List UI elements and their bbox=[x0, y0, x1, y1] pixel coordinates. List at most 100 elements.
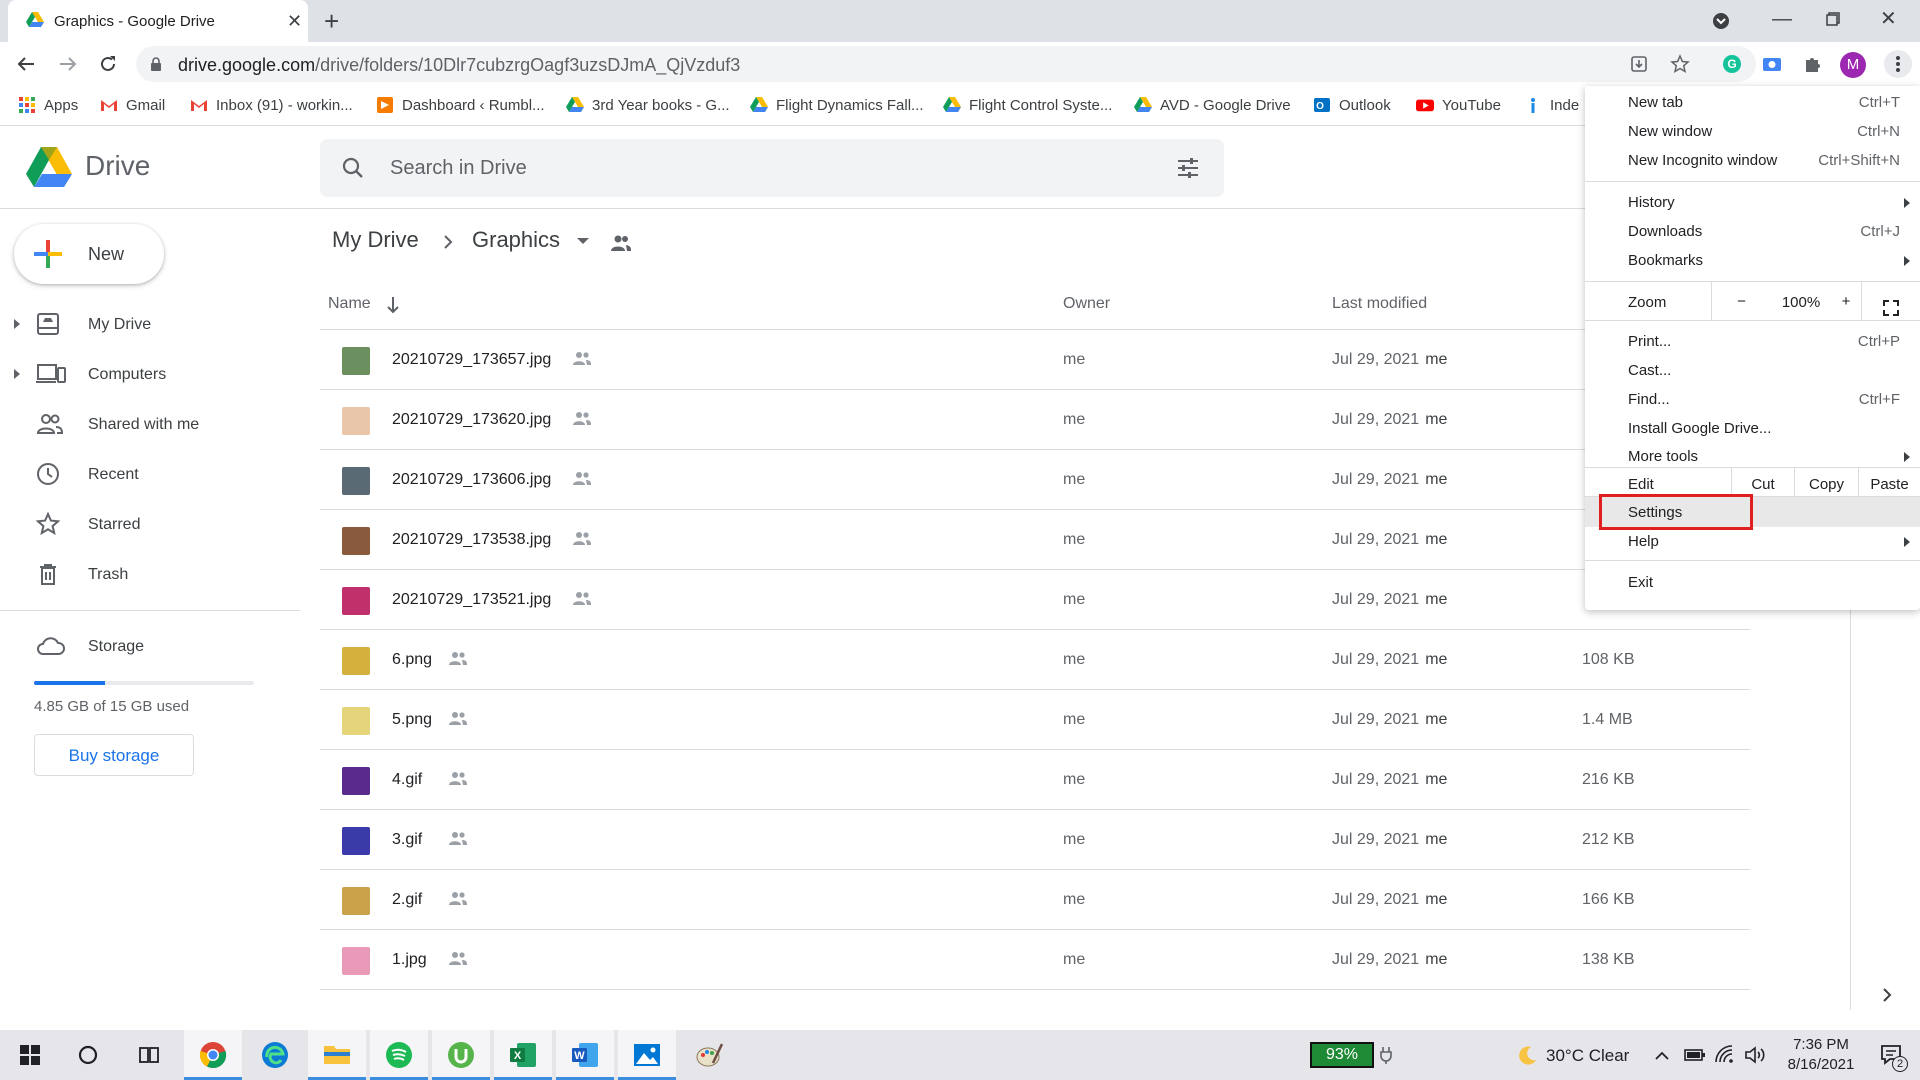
menu-history[interactable]: History bbox=[1585, 188, 1920, 217]
windows-start-icon[interactable] bbox=[20, 1045, 40, 1065]
profile-avatar[interactable]: M bbox=[1840, 52, 1866, 78]
breadcrumb-graphics[interactable]: Graphics bbox=[472, 227, 560, 253]
taskbar-chrome[interactable] bbox=[184, 1030, 242, 1080]
browser-tab[interactable]: Graphics - Google Drive ✕ bbox=[8, 0, 308, 42]
cortana-search-icon[interactable] bbox=[78, 1045, 98, 1065]
table-row[interactable]: 20210729_173620.jpg me Jul 29, 2021 me bbox=[320, 389, 1750, 449]
column-header-last-modified[interactable]: Last modified bbox=[1332, 295, 1427, 313]
nav-my-drive[interactable]: My Drive bbox=[0, 302, 300, 346]
back-icon[interactable] bbox=[16, 54, 36, 74]
power-plug-icon[interactable] bbox=[1378, 1046, 1394, 1064]
new-button[interactable]: New bbox=[14, 224, 164, 284]
menu-print[interactable]: Print... Ctrl+P bbox=[1585, 327, 1920, 356]
restore-icon[interactable] bbox=[1826, 12, 1840, 26]
tab-close-icon[interactable]: ✕ bbox=[287, 12, 302, 30]
search-bar[interactable]: Search in Drive bbox=[320, 139, 1224, 197]
search-icon[interactable] bbox=[342, 157, 364, 179]
menu-help[interactable]: Help bbox=[1585, 527, 1920, 556]
bookmark-youtube[interactable]: YouTube bbox=[1416, 96, 1501, 114]
taskbar-word[interactable]: W bbox=[556, 1030, 614, 1080]
table-row[interactable]: 6.png me Jul 29, 2021 me 108 KB bbox=[320, 629, 1750, 689]
taskbar-edge[interactable] bbox=[246, 1030, 304, 1080]
bookmark-star-icon[interactable] bbox=[1670, 54, 1690, 74]
menu-new-tab[interactable]: New tab Ctrl+T bbox=[1585, 88, 1920, 117]
task-view-icon[interactable] bbox=[138, 1045, 160, 1065]
forward-icon[interactable] bbox=[58, 54, 78, 74]
table-row[interactable]: 20210729_173521.jpg me Jul 29, 2021 me bbox=[320, 569, 1750, 629]
nav-storage[interactable]: Storage bbox=[0, 624, 300, 668]
tab-search-icon[interactable] bbox=[1712, 12, 1730, 30]
bookmark-3rd-year-books[interactable]: 3rd Year books - G... bbox=[566, 96, 730, 114]
taskbar-excel[interactable]: X bbox=[494, 1030, 552, 1080]
folder-dropdown-icon[interactable] bbox=[576, 236, 590, 246]
table-row[interactable]: 1.jpg me Jul 29, 2021 me 138 KB bbox=[320, 929, 1750, 989]
search-input[interactable]: Search in Drive bbox=[390, 157, 527, 180]
sort-arrow-down-icon[interactable] bbox=[386, 296, 400, 314]
grammarly-extension-icon[interactable]: G bbox=[1722, 54, 1742, 74]
shared-folder-people-icon[interactable] bbox=[610, 234, 632, 252]
table-row[interactable]: 3.gif me Jul 29, 2021 me 212 KB bbox=[320, 809, 1750, 869]
menu-install-google-drive[interactable]: Install Google Drive... bbox=[1585, 414, 1920, 443]
new-tab-button[interactable]: + bbox=[324, 8, 339, 34]
bookmark-gmail[interactable]: Gmail bbox=[100, 96, 165, 114]
taskbar-paint[interactable] bbox=[680, 1030, 738, 1080]
search-options-icon[interactable] bbox=[1176, 157, 1200, 179]
menu-exit[interactable]: Exit bbox=[1585, 568, 1920, 597]
menu-paste-button[interactable]: Paste bbox=[1858, 467, 1920, 499]
clock[interactable]: 7:36 PM 8/16/2021 bbox=[1776, 1036, 1866, 1073]
weather-text[interactable]: 30°C Clear bbox=[1546, 1046, 1629, 1066]
address-bar[interactable]: drive.google.com/drive/folders/10Dlr7cub… bbox=[136, 46, 1756, 82]
drive-logo-icon[interactable] bbox=[26, 147, 72, 189]
zoom-out-button[interactable]: − bbox=[1711, 282, 1771, 320]
table-row[interactable]: 4.gif me Jul 29, 2021 me 216 KB bbox=[320, 749, 1750, 809]
table-row[interactable]: 5.png me Jul 29, 2021 me 1.4 MB bbox=[320, 689, 1750, 749]
install-app-icon[interactable] bbox=[1630, 55, 1648, 73]
table-row[interactable]: 20210729_173606.jpg me Jul 29, 2021 me bbox=[320, 449, 1750, 509]
menu-downloads[interactable]: Downloads Ctrl+J bbox=[1585, 217, 1920, 246]
breadcrumb-my-drive[interactable]: My Drive bbox=[332, 227, 419, 253]
column-header-name[interactable]: Name bbox=[328, 295, 371, 313]
battery-percentage-widget[interactable]: 93% bbox=[1310, 1042, 1374, 1068]
tray-chevron-up-icon[interactable] bbox=[1654, 1050, 1670, 1060]
taskbar-photos[interactable] bbox=[618, 1030, 676, 1080]
table-row[interactable]: 20210729_173657.jpg me Jul 29, 2021 me bbox=[320, 329, 1750, 389]
chrome-menu-icon[interactable] bbox=[1884, 50, 1912, 78]
bookmark-avd[interactable]: AVD - Google Drive bbox=[1134, 96, 1291, 114]
nav-shared-with-me[interactable]: Shared with me bbox=[0, 402, 300, 446]
menu-copy-button[interactable]: Copy bbox=[1794, 467, 1858, 499]
menu-cast[interactable]: Cast... bbox=[1585, 356, 1920, 385]
menu-find[interactable]: Find... Ctrl+F bbox=[1585, 385, 1920, 414]
drive-logo-text[interactable]: Drive bbox=[85, 150, 150, 182]
bookmark-inde[interactable]: Inde bbox=[1524, 96, 1579, 114]
zoom-in-button[interactable]: + bbox=[1831, 282, 1861, 320]
nav-trash[interactable]: Trash bbox=[0, 552, 300, 596]
taskbar-utorrent[interactable] bbox=[432, 1030, 490, 1080]
nav-computers[interactable]: Computers bbox=[0, 352, 300, 396]
menu-new-incognito-window[interactable]: New Incognito window Ctrl+Shift+N bbox=[1585, 146, 1920, 175]
nav-recent[interactable]: Recent bbox=[0, 452, 300, 496]
menu-bookmarks[interactable]: Bookmarks bbox=[1585, 246, 1920, 275]
lock-icon[interactable] bbox=[150, 57, 162, 71]
table-row[interactable]: 2.gif me Jul 29, 2021 me 166 KB bbox=[320, 869, 1750, 929]
wifi-icon[interactable] bbox=[1714, 1044, 1736, 1064]
window-close-icon[interactable]: ✕ bbox=[1880, 6, 1897, 31]
reload-icon[interactable] bbox=[98, 54, 118, 74]
extensions-puzzle-icon[interactable] bbox=[1802, 54, 1822, 74]
expand-arrow-icon[interactable] bbox=[14, 319, 20, 329]
taskbar-spotify[interactable] bbox=[370, 1030, 428, 1080]
nav-starred[interactable]: Starred bbox=[0, 502, 300, 546]
fullscreen-button[interactable] bbox=[1861, 282, 1920, 320]
menu-new-window[interactable]: New window Ctrl+N bbox=[1585, 117, 1920, 146]
bookmark-dashboard[interactable]: Dashboard ‹ Rumbl... bbox=[376, 96, 545, 114]
speaker-icon[interactable] bbox=[1744, 1045, 1766, 1065]
battery-icon[interactable] bbox=[1684, 1047, 1706, 1063]
bookmark-apps[interactable]: Apps bbox=[18, 96, 78, 114]
weather-moon-icon[interactable] bbox=[1516, 1045, 1538, 1067]
bookmark-flight-control[interactable]: Flight Control Syste... bbox=[943, 96, 1112, 114]
taskbar-file-explorer[interactable] bbox=[308, 1030, 366, 1080]
bookmark-outlook[interactable]: O Outlook bbox=[1313, 96, 1391, 114]
bookmark-inbox[interactable]: Inbox (91) - workin... bbox=[190, 96, 353, 114]
bookmark-flight-dynamics[interactable]: Flight Dynamics Fall... bbox=[750, 96, 924, 114]
expand-side-panel-icon[interactable] bbox=[1880, 986, 1894, 1004]
expand-arrow-icon[interactable] bbox=[14, 369, 20, 379]
